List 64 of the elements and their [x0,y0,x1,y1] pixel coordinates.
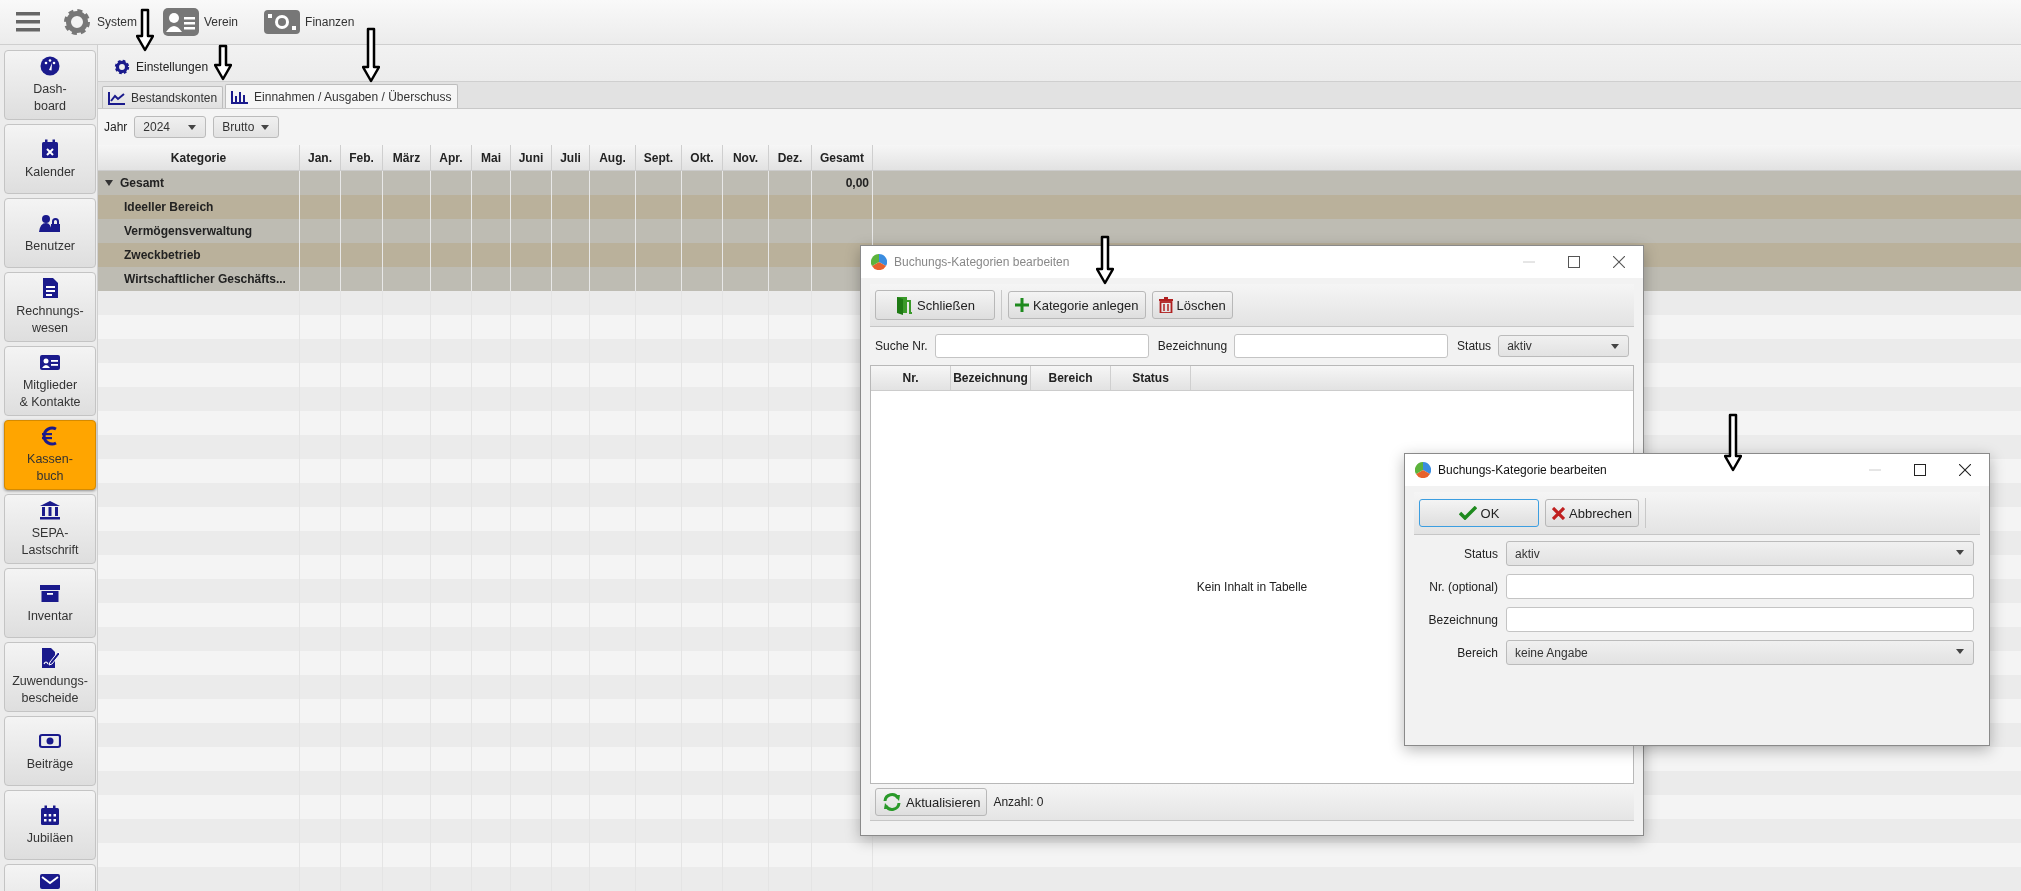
column-header[interactable]: Apr. [431,145,472,170]
field-label: Bereich [1456,645,1498,660]
select-field[interactable]: aktiv [1506,541,1974,566]
row-count: Anzahl: 0 [993,795,1044,809]
column-header[interactable]: Bezeichnung [951,366,1031,390]
field-label: Status [1462,546,1498,561]
field-label: Nr. (optional) [1428,579,1498,594]
field-label: Bezeichnung [1427,612,1498,627]
column-header[interactable]: Status [1111,366,1191,390]
menu-item[interactable]: Finanzen [264,10,355,34]
column-header[interactable]: Juli [552,145,590,170]
total-value: 0,00 [845,176,869,190]
column-header[interactable]: Kategorie [98,145,300,170]
sidebar-item[interactable]: SEPA- Lastschrift [4,494,96,564]
empty-table-message: Kein Inhalt in Tabelle [1196,580,1308,594]
column-header[interactable]: Juni [511,145,552,170]
refresh-button[interactable]: Aktualisieren [875,788,988,816]
menu-item[interactable]: Verein [163,8,239,36]
column-header[interactable]: Gesamt [812,145,873,170]
sidebar-item[interactable]: Kassen- buch [4,420,96,490]
year-label: Jahr [104,120,128,134]
column-header[interactable]: Nr. [871,366,951,390]
sidebar-item[interactable]: Inventar [4,568,96,638]
column-header[interactable]: Mai [472,145,511,170]
column-header[interactable]: Jan. [300,145,341,170]
search-number-label: Suche Nr. [875,339,928,353]
category-name: Wirtschaftlicher Geschäfts... [124,272,286,286]
select-field[interactable]: keine Angabe [1506,640,1974,665]
sidebar-item[interactable]: Kalender [4,124,96,194]
column-header[interactable]: Feb. [341,145,383,170]
sidebar-item[interactable]: Benutzer [4,198,96,268]
status-dropdown[interactable]: aktiv [1498,335,1629,357]
toolbar-button[interactable]: Kategorie anlegen [1008,291,1146,319]
tab[interactable]: Bestandskonten [102,86,224,108]
column-header[interactable]: Sept. [636,145,682,170]
sidebar-item[interactable]: Jubiläen [4,790,96,860]
category-name: Vermögensverwaltung [124,224,253,238]
dialog-button[interactable]: OK [1419,499,1539,527]
column-header[interactable]: März [383,145,431,170]
sidebar-item[interactable]: Rechnungs- wesen [4,272,96,342]
column-header[interactable]: Aug. [590,145,636,170]
menu-item[interactable]: System [62,7,137,37]
column-header[interactable]: Nov. [723,145,769,170]
window-title: Buchungs-Kategorien bearbeiten [894,255,1070,269]
sidebar-item[interactable]: Zuwendungs- bescheide [4,642,96,712]
tab[interactable]: Einnahmen / Ausgaben / Überschuss [225,84,458,108]
category-name: Gesamt [120,176,165,190]
toolbar-button[interactable]: Schließen [875,290,995,320]
column-header[interactable]: Dez. [769,145,812,170]
sidebar-item[interactable]: Beiträge [4,716,96,786]
window-title: Buchungs-Kategorie bearbeiten [1438,463,1607,477]
column-header[interactable]: Bereich [1031,366,1111,390]
toolbar-button[interactable]: Löschen [1151,291,1233,319]
name-label: Bezeichnung [1157,339,1228,353]
year-dropdown[interactable]: 2024 [134,116,207,138]
category-name: Zweckbetrieb [124,248,201,262]
sidebar-item[interactable]: Dash- board [4,50,96,120]
dialog-button[interactable]: Abbrechen [1545,499,1639,527]
column-header[interactable]: Okt. [682,145,723,170]
settings-button[interactable]: Einstellungen [110,57,213,77]
category-name: Ideeller Bereich [124,200,214,214]
sidebar-item[interactable]: Mitglieder & Kontakte [4,346,96,416]
mode-dropdown[interactable]: Brutto [213,116,280,138]
status-label: Status [1457,339,1492,353]
